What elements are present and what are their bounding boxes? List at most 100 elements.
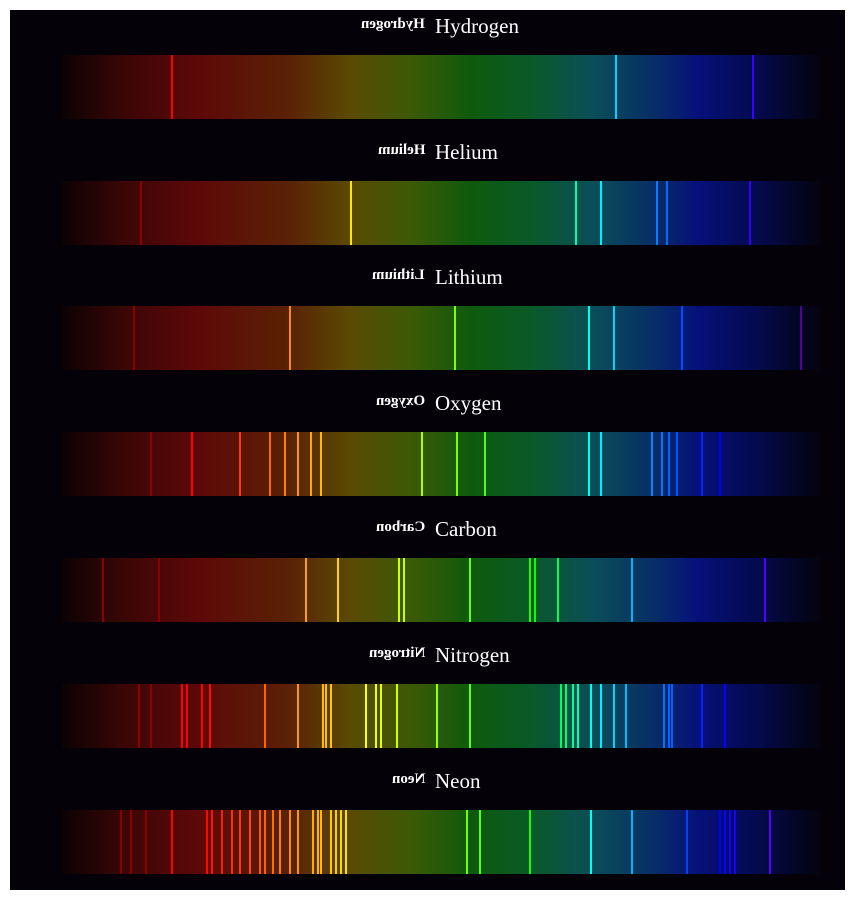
emission-line	[279, 810, 282, 874]
emission-line	[564, 684, 567, 748]
emission-line	[600, 684, 603, 748]
element-name: Hydrogen	[435, 14, 519, 38]
emission-line	[420, 432, 423, 496]
emission-line	[650, 432, 653, 496]
emission-line	[259, 810, 262, 874]
spectrum-row-lithium: Lithium Lithium	[10, 261, 845, 386]
emission-line	[185, 684, 188, 748]
emission-line	[655, 181, 658, 245]
emission-line	[468, 558, 471, 622]
emission-line	[158, 558, 160, 622]
emission-line	[380, 684, 383, 748]
emission-line	[577, 684, 580, 748]
mirrored-element-name: Lithium	[372, 267, 425, 283]
emission-line	[344, 810, 347, 874]
spectra-panel: Hydrogen Hydrogen Helium Helium Lithium …	[10, 10, 845, 890]
spectrum-row-oxygen: Oxygen Oxygen	[10, 387, 845, 512]
emission-line	[751, 55, 754, 119]
emission-line	[557, 558, 560, 622]
emission-line	[701, 684, 704, 748]
emission-line	[529, 810, 532, 874]
element-name: Neon	[435, 769, 481, 793]
spectrum-label: Hydrogen Hydrogen	[10, 14, 845, 48]
spectrum-band	[62, 684, 820, 748]
emission-line	[663, 684, 666, 748]
emission-line	[264, 684, 267, 748]
emission-line	[718, 810, 721, 874]
mirrored-element-name: Helium	[377, 142, 426, 158]
element-name: Oxygen	[435, 391, 502, 415]
emission-line	[764, 558, 767, 622]
spectrum-band	[62, 55, 820, 119]
emission-line	[296, 684, 299, 748]
emission-line	[612, 306, 615, 370]
emission-line	[395, 684, 398, 748]
spectrum-row-nitrogen: Nitrogen Nitrogen	[10, 639, 845, 764]
spectrum-band	[62, 181, 820, 245]
emission-line	[590, 684, 593, 748]
emission-line	[102, 558, 105, 622]
emission-line	[749, 181, 752, 245]
spectrum-label: Helium Helium	[10, 140, 845, 174]
spectrum-row-hydrogen: Hydrogen Hydrogen	[10, 10, 845, 135]
emission-line	[559, 684, 562, 748]
emission-line	[329, 810, 332, 874]
emission-line	[140, 181, 143, 245]
emission-line	[150, 432, 153, 496]
emission-line	[231, 810, 234, 874]
emission-line	[170, 55, 173, 119]
emission-line	[686, 810, 689, 874]
emission-line	[723, 810, 726, 874]
spectrum-label: Carbon Carbon	[10, 517, 845, 551]
emission-line	[248, 810, 251, 874]
emission-line	[453, 306, 456, 370]
emission-line	[296, 432, 299, 496]
emission-line	[289, 810, 292, 874]
emission-line	[312, 810, 315, 874]
spectrum-band	[62, 810, 820, 874]
emission-line	[238, 810, 241, 874]
emission-line	[729, 810, 732, 874]
spectrum-row-carbon: Carbon Carbon	[10, 513, 845, 638]
mirrored-element-name: Carbon	[375, 519, 425, 535]
emission-line	[600, 181, 603, 245]
emission-line	[339, 810, 342, 874]
emission-line	[572, 684, 575, 748]
mirrored-element-name: Nitrogen	[368, 645, 425, 661]
element-name: Carbon	[435, 517, 497, 541]
emission-line	[211, 810, 214, 874]
emission-line	[723, 684, 726, 748]
emission-line	[238, 432, 241, 496]
spectrum-band	[62, 558, 820, 622]
emission-line	[625, 684, 628, 748]
element-name: Nitrogen	[435, 643, 510, 667]
mirrored-element-name: Hydrogen	[361, 16, 425, 32]
spectrum-row-helium: Helium Helium	[10, 136, 845, 261]
emission-line	[324, 684, 327, 748]
spectrum-band	[62, 306, 820, 370]
emission-line	[587, 306, 590, 370]
emission-line	[130, 810, 133, 874]
emission-line	[612, 684, 615, 748]
emission-line	[675, 432, 678, 496]
emission-line	[587, 432, 590, 496]
spectrum-label: Lithium Lithium	[10, 265, 845, 299]
emission-line	[289, 306, 292, 370]
emission-line	[403, 558, 406, 622]
emission-line	[150, 684, 153, 748]
emission-line	[200, 684, 203, 748]
emission-line	[718, 432, 721, 496]
spectrum-label: Neon Neon	[10, 769, 845, 803]
emission-line	[221, 810, 224, 874]
emission-line	[137, 684, 140, 748]
emission-line	[466, 810, 469, 874]
emission-line	[701, 432, 704, 496]
mirrored-element-name: Neon	[391, 771, 425, 787]
emission-line	[206, 810, 209, 874]
emission-line	[590, 810, 593, 874]
spectrum-label: Nitrogen Nitrogen	[10, 643, 845, 677]
spectrum-band	[62, 432, 820, 496]
spectrum-row-neon: Neon Neon	[10, 765, 845, 890]
spectrum-label: Oxygen Oxygen	[10, 391, 845, 425]
emission-line	[271, 810, 274, 874]
